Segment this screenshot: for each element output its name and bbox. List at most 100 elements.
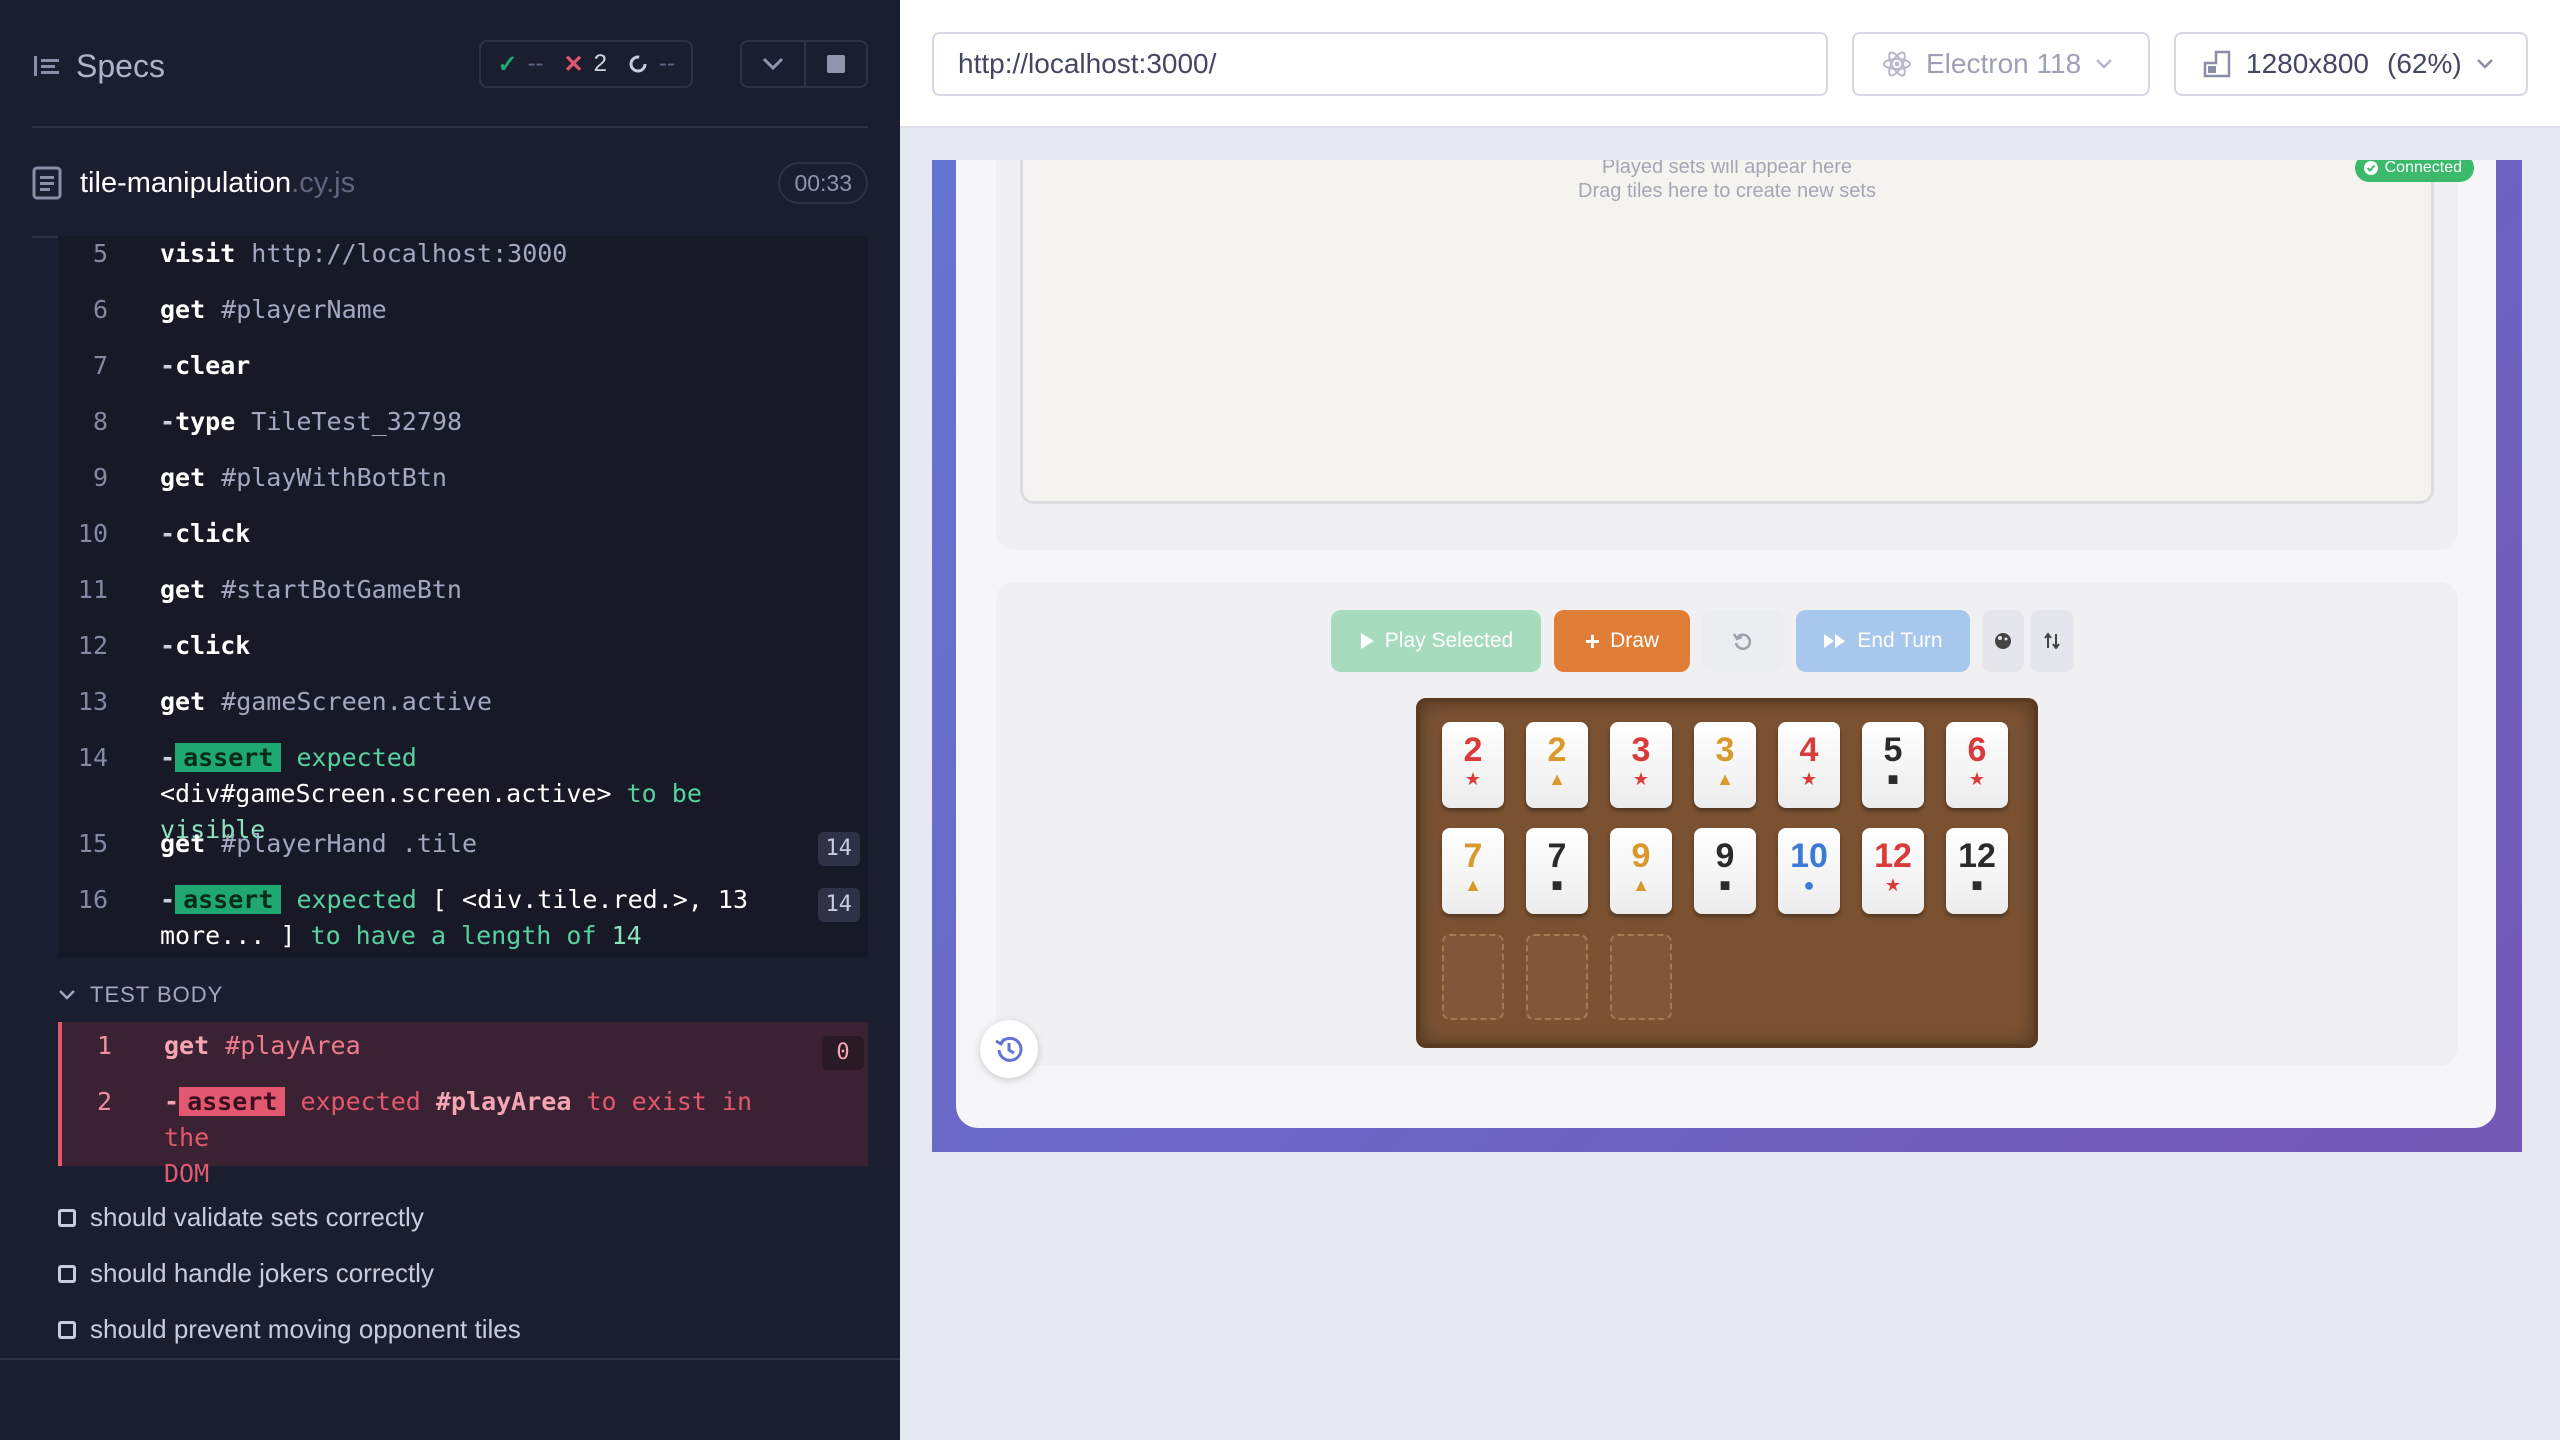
undo-icon <box>1732 633 1752 650</box>
test-item[interactable]: should handle jokers correctly <box>58 1258 434 1289</box>
empty-tile-slot[interactable] <box>1526 934 1588 1020</box>
command-name: get <box>160 829 206 858</box>
tile[interactable]: 3 ★ <box>1610 722 1672 808</box>
test-stats: ✓ -- ✕ 2 -- <box>479 40 693 88</box>
spec-extension: .cy.js <box>291 166 356 199</box>
specs-header: Specs ✓ -- ✕ 2 -- <box>32 40 868 92</box>
play-selected-button[interactable]: Play Selected <box>1331 610 1541 672</box>
collapse-button[interactable] <box>742 42 804 86</box>
command-name: get <box>160 687 206 716</box>
specs-toggle-icon[interactable] <box>32 51 62 81</box>
history-button[interactable] <box>980 1020 1038 1078</box>
chevron-down-icon <box>2476 59 2493 69</box>
tile[interactable]: 12 ★ <box>1862 828 1924 914</box>
tile-symbol-icon: ★ <box>1968 769 1986 789</box>
assert-word: to be <box>626 779 702 808</box>
tile[interactable]: 4 ★ <box>1778 722 1840 808</box>
history-icon <box>995 1036 1023 1062</box>
test-body-label: TEST BODY <box>90 982 224 1007</box>
sort-color-button[interactable] <box>1982 610 2024 672</box>
tile-number: 2 <box>1547 731 1567 769</box>
test-item[interactable]: should prevent moving opponent tiles <box>58 1314 521 1345</box>
play-area[interactable]: Played sets will appear here Drag tiles … <box>1020 160 2434 504</box>
browser-name: Electron 118 <box>1926 48 2082 79</box>
element-count: 14 <box>817 832 860 866</box>
tile-number: 9 <box>1715 837 1735 875</box>
button-label: Draw <box>1610 629 1660 652</box>
sort-number-button[interactable] <box>2030 610 2074 672</box>
document-icon <box>32 166 62 200</box>
checkbox-icon <box>58 1264 76 1283</box>
ruler-icon <box>2203 50 2231 78</box>
tile[interactable]: 5 ■ <box>1862 722 1924 808</box>
palette-icon <box>1995 633 2011 649</box>
chevron-down-icon <box>762 57 784 71</box>
tile-number: 5 <box>1883 731 1903 769</box>
cypress-runner-panel: Specs ✓ -- ✕ 2 -- tile-manipulation .cy.… <box>0 0 900 1440</box>
tile[interactable]: 3 ▲ <box>1694 722 1756 808</box>
fast-forward-icon <box>1824 634 1846 648</box>
assert-word: expected <box>296 885 417 914</box>
tile[interactable]: 12 ■ <box>1946 828 2008 914</box>
command-number: 7 <box>92 351 108 380</box>
tile-number: 3 <box>1715 731 1735 769</box>
tile[interactable]: 7 ■ <box>1526 828 1588 914</box>
button-label: Play Selected <box>1384 629 1514 652</box>
command-arg: #playerName <box>221 295 387 324</box>
tile-number: 2 <box>1463 731 1483 769</box>
empty-tile-slot[interactable] <box>1442 934 1504 1020</box>
checkbox-icon <box>58 1208 76 1227</box>
failed-count: 2 <box>593 50 608 77</box>
tile[interactable]: 7 ▲ <box>1442 828 1504 914</box>
tile[interactable]: 2 ▲ <box>1526 722 1588 808</box>
tile[interactable]: 9 ■ <box>1694 828 1756 914</box>
assert-word: 14 <box>611 921 642 950</box>
x-icon: ✕ <box>563 50 584 78</box>
tile-number: 6 <box>1967 731 1987 769</box>
assert-subject: [ <div.tile.red.>, 13 <box>431 885 748 914</box>
plus-icon: + <box>1584 625 1601 656</box>
command-name: clear <box>175 351 251 380</box>
test-body-header[interactable]: TEST BODY <box>58 982 223 1008</box>
tile-symbol-icon: ■ <box>1551 875 1563 895</box>
checkbox-icon <box>58 1320 76 1339</box>
command-number: 14 <box>77 743 108 772</box>
viewport-select[interactable]: 1280x800 (62%) <box>2174 32 2528 96</box>
tile-symbol-icon: ★ <box>1632 769 1650 789</box>
player-hand[interactable]: 2 ★ 2 ▲ 3 ★ 3 ▲ 4 ★ 5 ■ 6 ★ 7 ▲ 7 ■ 9 ▲ 9 ■ 10 ● 12 ★ 12 ■ <box>1416 698 2038 1048</box>
command-number: 1 <box>96 1031 112 1060</box>
pending-stat: -- <box>627 50 675 78</box>
draw-button[interactable]: + Draw <box>1554 610 1690 672</box>
tile[interactable]: 9 ▲ <box>1610 828 1672 914</box>
command-number: 9 <box>92 463 108 492</box>
browser-select[interactable]: Electron 118 <box>1852 32 2150 96</box>
browser-toolbar: http://localhost:3000/ Electron 118 1280… <box>900 0 2560 128</box>
failed-commands: 1 get #playArea 0 2 - assert expected #pla… <box>58 1022 868 1188</box>
command-dash: - <box>160 351 176 380</box>
spec-file-row: tile-manipulation .cy.js 00:33 <box>32 160 868 206</box>
check-icon: ✓ <box>497 50 518 78</box>
command-log: 5 visit http://localhost:3000 6 get #playerNa… <box>58 236 868 958</box>
divider <box>32 126 868 128</box>
command-name: get <box>164 1031 210 1060</box>
command-number: 5 <box>92 239 108 268</box>
specs-title[interactable]: Specs <box>76 48 165 85</box>
test-item[interactable]: should validate sets correctly <box>58 1202 424 1233</box>
command-number: 2 <box>96 1087 112 1116</box>
tile[interactable]: 6 ★ <box>1946 722 2008 808</box>
tile-symbol-icon: ● <box>1803 875 1815 895</box>
undo-button[interactable] <box>1702 610 1784 672</box>
tile-symbol-icon: ★ <box>1884 875 1902 895</box>
element-count: 14 <box>817 888 860 922</box>
electron-icon <box>1883 51 1911 77</box>
command-arg: http://localhost:3000 <box>251 239 568 268</box>
url-input[interactable]: http://localhost:3000/ <box>932 32 1828 96</box>
tile[interactable]: 10 ● <box>1778 828 1840 914</box>
assert-word: to have a length of <box>310 921 597 950</box>
assert-subject: more... ] <box>160 921 296 950</box>
tile-number: 10 <box>1790 837 1828 875</box>
tile[interactable]: 2 ★ <box>1442 722 1504 808</box>
empty-tile-slot[interactable] <box>1610 934 1672 1020</box>
stop-button[interactable] <box>804 42 866 86</box>
end-turn-button[interactable]: End Turn <box>1796 610 1970 672</box>
